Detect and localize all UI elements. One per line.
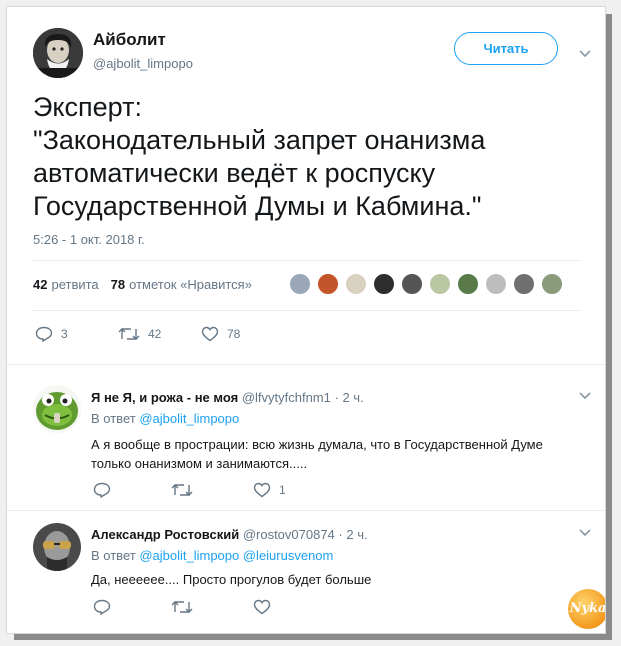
tweet-timestamp[interactable]: 5:26 - 1 окт. 2018 г. [33, 232, 145, 247]
reply-avatar-image [33, 385, 81, 433]
reply-text: Да, нееееее.... Просто прогулов будет бо… [91, 570, 581, 589]
reply-author-name[interactable]: Я не Я, и рожа - не моя [91, 390, 238, 405]
heart-icon [253, 599, 271, 615]
reply-text-line: Да, нееееее.... Просто прогулов будет бо… [91, 572, 372, 587]
reply-avatar-image [33, 523, 81, 571]
reply-to-prefix: В ответ [91, 411, 136, 426]
retweet-action[interactable]: 42 [118, 326, 161, 342]
tweet-text: Эксперт: "Законодательный запрет онанизм… [33, 91, 593, 223]
divider [33, 260, 581, 261]
reply-icon [93, 599, 111, 615]
liker-avatar[interactable] [485, 273, 507, 295]
reply-to: В ответ @ajbolit_limpopo @leiurusvenom [91, 548, 333, 563]
divider [7, 510, 605, 511]
liker-avatar[interactable] [429, 273, 451, 295]
like-action[interactable]: 1 [253, 482, 286, 498]
reply-count: 3 [61, 327, 68, 341]
reply-text-line: только онанизмом и занимаются..... [91, 456, 308, 471]
like-action[interactable] [253, 599, 271, 615]
retweet-icon [171, 484, 193, 496]
reply-action[interactable] [93, 482, 119, 498]
reply-text-line: А я вообще в прострации: всю жизнь думал… [91, 437, 543, 452]
reply-header: Александр Ростовский @rostov070874 · 2 ч… [91, 527, 368, 542]
reply-time[interactable]: 2 ч. [346, 527, 367, 542]
tweet-text-line: Эксперт: [33, 92, 142, 122]
reply-avatar[interactable] [33, 385, 81, 433]
author-avatar-image [33, 28, 83, 78]
retweet-icon [118, 328, 140, 340]
liker-avatar[interactable] [317, 273, 339, 295]
liker-avatar[interactable] [345, 273, 367, 295]
like-action[interactable]: 78 [201, 326, 240, 342]
divider [33, 310, 581, 311]
divider [7, 364, 605, 365]
liker-avatar[interactable] [373, 273, 395, 295]
reply-to-link[interactable]: @ajbolit_limpopo @leiurusvenom [139, 548, 333, 563]
reply-author-handle[interactable]: @lfvytyfchfnm1 [242, 390, 331, 405]
tweet-text-line: Государственной Думы и Кабмина." [33, 191, 482, 221]
retweet-icon [171, 601, 193, 613]
caret-down-icon[interactable] [578, 49, 592, 59]
reply-to: В ответ @ajbolit_limpopo [91, 411, 239, 426]
liker-avatar[interactable] [541, 273, 563, 295]
likes-label[interactable]: отметок «Нравится» [129, 277, 252, 292]
retweet-count: 42 [148, 327, 162, 341]
heart-icon [253, 482, 271, 498]
reply-icon [93, 482, 111, 498]
tweet-card: Айболит @ajbolit_limpopo Читать Эксперт:… [6, 6, 606, 634]
liker-avatar[interactable] [513, 273, 535, 295]
reply-to-link[interactable]: @ajbolit_limpopo [139, 411, 239, 426]
retweet-action[interactable] [171, 482, 201, 498]
author-name[interactable]: Айболит [93, 30, 166, 50]
liker-avatar[interactable] [401, 273, 423, 295]
tweet-text-line: автоматически ведёт к роспуску [33, 158, 436, 188]
reply-header: Я не Я, и рожа - не моя @lfvytyfchfnm1 ·… [91, 390, 364, 405]
heart-icon [201, 326, 219, 342]
like-count: 78 [227, 327, 241, 341]
like-count: 1 [279, 483, 286, 497]
caret-down-icon[interactable] [578, 528, 592, 538]
reply-action[interactable] [93, 599, 111, 615]
likes-count[interactable]: 78 [111, 277, 125, 292]
reply-author-name[interactable]: Александр Ростовский [91, 527, 239, 542]
reply-avatar[interactable] [33, 523, 81, 571]
watermark-logo: Nyka [568, 589, 605, 629]
reply-to-prefix: В ответ [91, 548, 136, 563]
follow-button[interactable]: Читать [454, 32, 558, 65]
reply-author-handle[interactable]: @rostov070874 [243, 527, 335, 542]
caret-down-icon[interactable] [578, 391, 592, 401]
reply-icon [35, 326, 53, 342]
author-handle[interactable]: @ajbolit_limpopo [93, 56, 193, 71]
reply-time[interactable]: 2 ч. [342, 390, 363, 405]
liker-avatar[interactable] [457, 273, 479, 295]
retweet-action[interactable] [171, 599, 193, 615]
reply-text: А я вообще в прострации: всю жизнь думал… [91, 435, 581, 473]
author-avatar[interactable] [33, 28, 83, 78]
tweet-stats: 42 ретвита 78 отметок «Нравится» [33, 277, 252, 292]
tweet-text-line: "Законодательный запрет онанизма [33, 125, 486, 155]
retweets-label[interactable]: ретвита [51, 277, 98, 292]
reply-action[interactable]: 3 [35, 326, 68, 342]
retweets-count[interactable]: 42 [33, 277, 47, 292]
liker-avatar[interactable] [289, 273, 311, 295]
